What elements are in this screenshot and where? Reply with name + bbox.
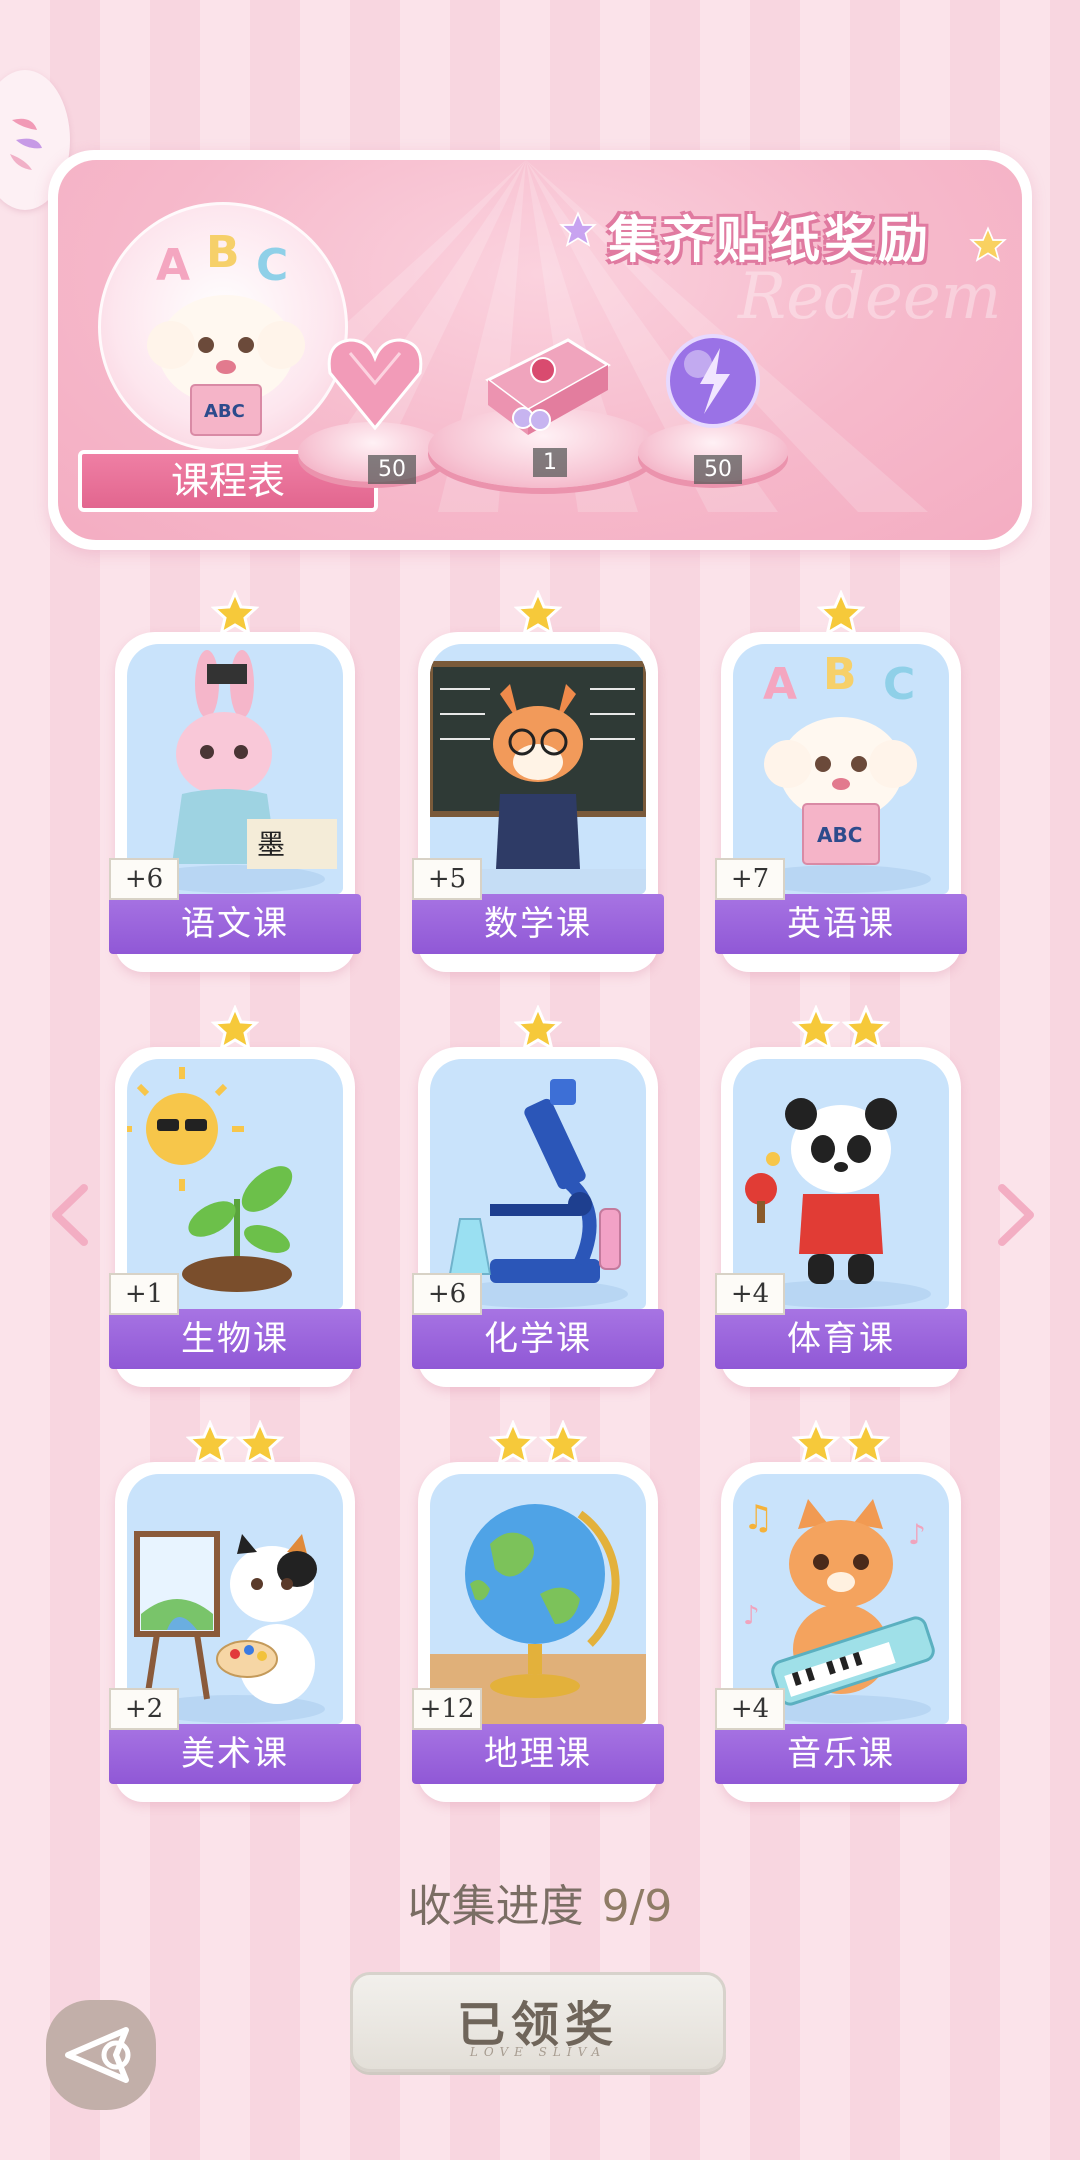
letter-a: A — [156, 240, 190, 291]
schedule-avatar[interactable]: A B C ABC — [98, 202, 348, 452]
card-count-badge: +2 — [109, 1688, 179, 1730]
star-icon — [842, 1005, 890, 1052]
progress-label: 收集进度 — [407, 1881, 584, 1932]
next-page-arrow[interactable] — [990, 1180, 1050, 1260]
svg-text:♫: ♫ — [743, 1498, 773, 1538]
card-label: 体育课 — [715, 1309, 967, 1369]
course-card[interactable]: 数学课 +5 — [412, 590, 664, 972]
letter-c: C — [256, 240, 288, 291]
course-card[interactable]: 墨语文课 +6 — [109, 590, 361, 972]
reward-count-3: 50 — [694, 455, 742, 484]
card-stars — [115, 1420, 355, 1480]
course-card[interactable]: 生物课 +1 — [109, 1005, 361, 1387]
card-label: 音乐课 — [715, 1724, 967, 1784]
card-stars — [721, 1005, 961, 1065]
star-icon — [792, 1420, 840, 1467]
collection-progress: 收集进度 9/9 — [0, 1870, 1080, 1934]
card-stars — [115, 590, 355, 650]
svg-text:A: A — [763, 659, 797, 710]
card-label: 数学课 — [412, 894, 664, 954]
fox-teacher-icon — [430, 644, 646, 894]
card-stars — [115, 1005, 355, 1065]
course-card[interactable]: ♫ ♪ ♪ 音乐课 +4 — [715, 1420, 967, 1802]
star-icon — [792, 1005, 840, 1052]
svg-text:ABC: ABC — [817, 823, 862, 847]
svg-text:B: B — [823, 649, 857, 700]
course-card[interactable]: 地理课 +12 — [412, 1420, 664, 1802]
svg-text:♪: ♪ — [908, 1518, 926, 1551]
globe-icon — [430, 1474, 646, 1724]
puppy-abc-book-icon: A B C ABC — [733, 644, 949, 894]
card-count-badge: +6 — [412, 1273, 482, 1315]
sticker-reward-banner: Redeem 集齐贴纸奖励 A B C ABC 课程表 50 1 50 — [48, 150, 1032, 550]
star-icon — [489, 1420, 537, 1467]
card-count-badge: +4 — [715, 1688, 785, 1730]
card-stars — [721, 590, 961, 650]
claimed-button[interactable]: 已领奖 LOVE SLIVA — [350, 1972, 726, 2072]
star-icon — [236, 1420, 284, 1467]
course-card[interactable]: 化学课 +6 — [412, 1005, 664, 1387]
star-icon — [211, 1005, 259, 1052]
card-stars — [418, 1420, 658, 1480]
card-count-badge: +6 — [109, 858, 179, 900]
course-card[interactable]: 美术课 +2 — [109, 1420, 361, 1802]
progress-value: 9/9 — [601, 1881, 673, 1932]
purple-energy-orb-icon — [666, 334, 760, 428]
card-count-badge: +4 — [715, 1273, 785, 1315]
card-count-badge: +1 — [109, 1273, 179, 1315]
card-count-badge: +12 — [412, 1688, 482, 1730]
banner-title-group: 集齐贴纸奖励 — [559, 200, 1007, 280]
card-label: 生物课 — [109, 1309, 361, 1369]
chevron-left-icon — [52, 1184, 88, 1246]
sun-sprout-icon — [127, 1059, 343, 1309]
course-card[interactable]: A B C ABC 英语课 +7 — [715, 590, 967, 972]
star-icon — [539, 1420, 587, 1467]
card-stars — [721, 1420, 961, 1480]
reward-count-1: 50 — [368, 455, 416, 484]
panda-pingpong-icon — [733, 1059, 949, 1309]
yellow-star-icon — [969, 226, 1007, 262]
card-label: 美术课 — [109, 1724, 361, 1784]
petal-icon — [10, 118, 42, 170]
star-icon — [186, 1420, 234, 1467]
card-label: 化学课 — [412, 1309, 664, 1369]
purple-star-icon — [559, 211, 597, 247]
schedule-book-text: ABC — [204, 401, 245, 422]
star-icon — [842, 1420, 890, 1467]
card-stars — [418, 590, 658, 650]
star-icon — [514, 1005, 562, 1052]
bunny-calligraphy-icon: 墨 — [127, 644, 343, 894]
back-button[interactable] — [46, 2000, 156, 2110]
card-count-badge: +7 — [715, 858, 785, 900]
card-stars — [418, 1005, 658, 1065]
card-label: 语文课 — [109, 894, 361, 954]
cat-painter-icon — [127, 1474, 343, 1724]
card-label: 地理课 — [412, 1724, 664, 1784]
claimed-button-sub: LOVE SLIVA — [469, 2045, 607, 2059]
pink-heart-gem-icon — [327, 338, 423, 431]
microscope-icon — [430, 1059, 646, 1309]
letter-b: B — [206, 227, 240, 278]
cat-keyboard-icon: ♫ ♪ ♪ — [733, 1474, 949, 1724]
course-card[interactable]: 体育课 +4 — [715, 1005, 967, 1387]
reward-count-2: 1 — [533, 448, 567, 477]
svg-text:墨: 墨 — [257, 828, 285, 861]
star-icon — [817, 590, 865, 637]
gift-box-icon — [485, 338, 611, 435]
card-label: 英语课 — [715, 894, 967, 954]
back-arrow-icon — [65, 2027, 131, 2083]
puppy-abc-icon: A B C ABC — [147, 227, 305, 436]
card-count-badge: +5 — [412, 858, 482, 900]
star-icon — [211, 590, 259, 637]
star-icon — [514, 590, 562, 637]
chevron-right-icon — [998, 1184, 1034, 1246]
svg-text:♪: ♪ — [743, 1601, 760, 1631]
banner-title: 集齐贴纸奖励 — [608, 210, 932, 269]
prev-page-arrow[interactable] — [46, 1180, 106, 1260]
svg-text:C: C — [883, 659, 915, 710]
